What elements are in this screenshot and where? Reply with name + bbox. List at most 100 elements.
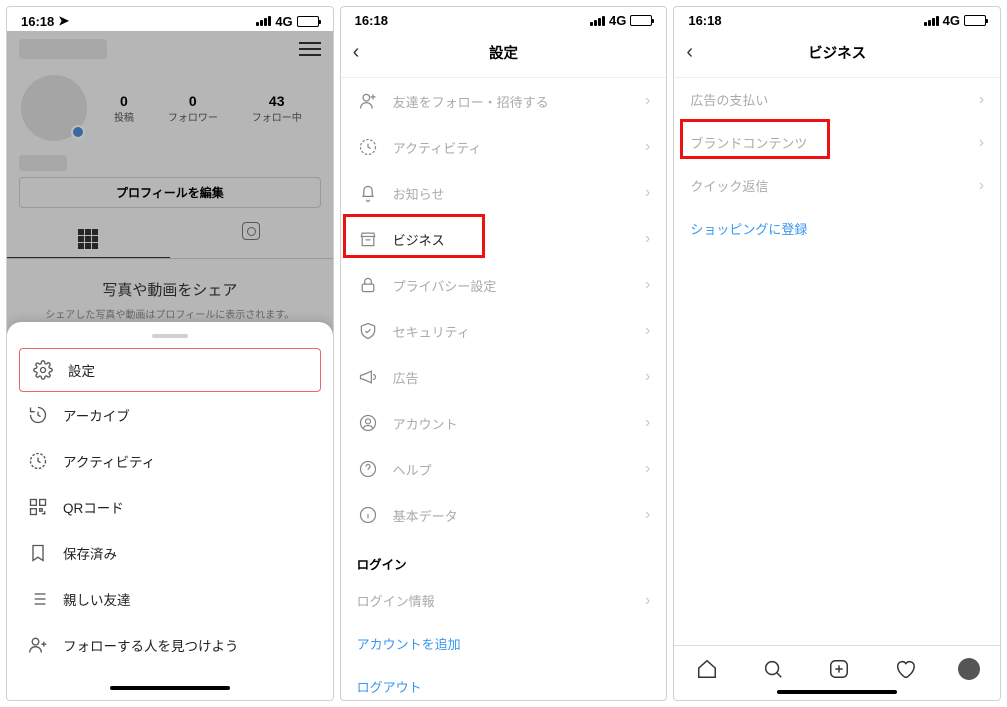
row-security[interactable]: セキュリティ ›	[341, 308, 667, 354]
row-activity-label: アクティビティ	[393, 138, 482, 157]
tab-home[interactable]	[694, 656, 720, 682]
profile-drawer: 設定 アーカイブ アクティビティ QRコード 保存済み 親しい友達 フォローする…	[7, 322, 333, 700]
row-adpay-label: 広告の支払い	[690, 90, 768, 109]
status-net: 4G	[609, 13, 626, 28]
row-business[interactable]: ビジネス ›	[341, 216, 667, 262]
row-ad-payments[interactable]: 広告の支払い ›	[674, 78, 1000, 121]
row-business-label: ビジネス	[393, 230, 445, 249]
list-icon	[27, 588, 49, 610]
qr-icon	[27, 496, 49, 518]
back-button[interactable]: ‹	[353, 41, 360, 64]
chevron-right-icon: ›	[645, 322, 650, 340]
status-time: 16:18	[355, 13, 388, 28]
help-icon	[357, 458, 379, 480]
archive-icon	[27, 404, 49, 426]
tab-activity[interactable]	[892, 656, 918, 682]
signal-icon	[590, 16, 605, 26]
row-login-info[interactable]: ログイン情報›	[341, 579, 667, 622]
tab-new-post[interactable]	[826, 656, 852, 682]
drawer-activity[interactable]: アクティビティ	[13, 438, 327, 484]
chevron-right-icon: ›	[645, 368, 650, 386]
battery-icon	[630, 15, 652, 26]
row-activity[interactable]: アクティビティ›	[341, 124, 667, 170]
row-ads-label: 広告	[393, 368, 419, 387]
row-security-label: セキュリティ	[393, 322, 470, 341]
back-button[interactable]: ‹	[686, 41, 693, 64]
row-help[interactable]: ヘルプ ›	[341, 446, 667, 492]
location-icon: ➤	[58, 13, 69, 29]
row-invite-label: 友達をフォロー・招待する	[393, 92, 549, 111]
row-about[interactable]: 基本データ›	[341, 492, 667, 538]
page-title: 設定	[489, 42, 518, 63]
status-time: 16:18	[688, 13, 721, 28]
drawer-saved[interactable]: 保存済み	[13, 530, 327, 576]
chevron-right-icon: ›	[645, 592, 650, 610]
business-list: 広告の支払い › ブランドコンテンツ› クイック返信 › ショッピングに登録	[674, 78, 1000, 645]
drawer-close-label: 親しい友達	[63, 589, 131, 609]
invite-icon	[357, 90, 379, 112]
screen-profile-drawer: 16:18➤ 4G 0投稿 0フォロワー 43フォロー中 プロフィールを編集 写…	[6, 6, 334, 701]
tab-profile[interactable]	[958, 658, 980, 680]
row-invite[interactable]: 友達をフォロー・招待する ›	[341, 78, 667, 124]
chevron-right-icon: ›	[645, 92, 650, 110]
page-title: ビジネス	[808, 42, 866, 63]
drawer-settings[interactable]: 設定	[19, 348, 321, 392]
battery-icon	[964, 15, 986, 26]
drawer-saved-label: 保存済み	[63, 543, 117, 563]
drawer-archive-label: アーカイブ	[63, 405, 130, 425]
row-account-label: アカウント	[393, 414, 458, 433]
row-help-label: ヘルプ	[393, 460, 432, 479]
chevron-right-icon: ›	[979, 91, 984, 109]
drawer-settings-label: 設定	[68, 360, 95, 380]
row-privacy-label: プライバシー設定	[393, 276, 497, 295]
page-header: ‹ 設定	[341, 30, 667, 78]
drawer-discover[interactable]: フォローする人を見つけよう	[13, 622, 327, 668]
tab-search[interactable]	[760, 656, 786, 682]
status-bar: 16:18➤ 4G	[7, 7, 333, 31]
drawer-grabber[interactable]	[152, 334, 188, 338]
row-account[interactable]: アカウント ›	[341, 400, 667, 446]
row-brand-label: ブランドコンテンツ	[690, 133, 807, 152]
screen-business: 16:18 4G ‹ ビジネス 広告の支払い› ブランドコンテンツ› クイック返…	[673, 6, 1001, 701]
row-notifications[interactable]: お知らせ ›	[341, 170, 667, 216]
status-bar: 16:18 4G	[674, 7, 1000, 30]
row-ads[interactable]: 広告 ›	[341, 354, 667, 400]
drawer-discover-label: フォローする人を見つけよう	[63, 635, 239, 655]
row-notif-label: お知らせ	[393, 184, 445, 203]
activity-icon	[27, 450, 49, 472]
screen-settings: 16:18 4G ‹ 設定 友達をフォロー・招待する› アクティビティ› お知ら…	[340, 6, 668, 701]
row-quick-reply[interactable]: クイック返信 ›	[674, 164, 1000, 207]
logout-link[interactable]: ログアウト	[341, 665, 667, 701]
profile-back-layer: 0投稿 0フォロワー 43フォロー中 プロフィールを編集 写真や動画をシェア シ…	[7, 31, 333, 336]
home-indicator	[777, 690, 897, 694]
chevron-right-icon: ›	[645, 230, 650, 248]
chevron-right-icon: ›	[645, 184, 650, 202]
drawer-qr[interactable]: QRコード	[13, 484, 327, 530]
chevron-right-icon: ›	[645, 276, 650, 294]
login-section: ログイン	[341, 538, 667, 579]
home-indicator	[110, 686, 230, 690]
drawer-archive[interactable]: アーカイブ	[13, 392, 327, 438]
add-account-link[interactable]: アカウントを追加	[341, 622, 667, 665]
drawer-qr-label: QRコード	[63, 497, 124, 517]
row-about-label: 基本データ	[393, 506, 458, 525]
activity-icon	[357, 136, 379, 158]
signal-icon	[256, 16, 271, 26]
page-header: ‹ ビジネス	[674, 30, 1000, 78]
chevron-right-icon: ›	[979, 177, 984, 195]
chevron-right-icon: ›	[645, 414, 650, 432]
row-quick-label: クイック返信	[690, 176, 768, 195]
status-bar: 16:18 4G	[341, 7, 667, 30]
status-time: 16:18	[21, 14, 54, 29]
account-icon	[357, 412, 379, 434]
bookmark-icon	[27, 542, 49, 564]
tab-bar	[674, 645, 1000, 686]
row-privacy[interactable]: プライバシー設定 ›	[341, 262, 667, 308]
chevron-right-icon: ›	[645, 460, 650, 478]
settings-list: 友達をフォロー・招待する› アクティビティ› お知らせ› ビジネス› プライバシ…	[341, 78, 667, 701]
shield-icon	[357, 320, 379, 342]
row-shopping-link[interactable]: ショッピングに登録	[674, 207, 1000, 250]
drawer-close-friends[interactable]: 親しい友達	[13, 576, 327, 622]
row-brand-content[interactable]: ブランドコンテンツ›	[674, 121, 1000, 164]
info-icon	[357, 504, 379, 526]
